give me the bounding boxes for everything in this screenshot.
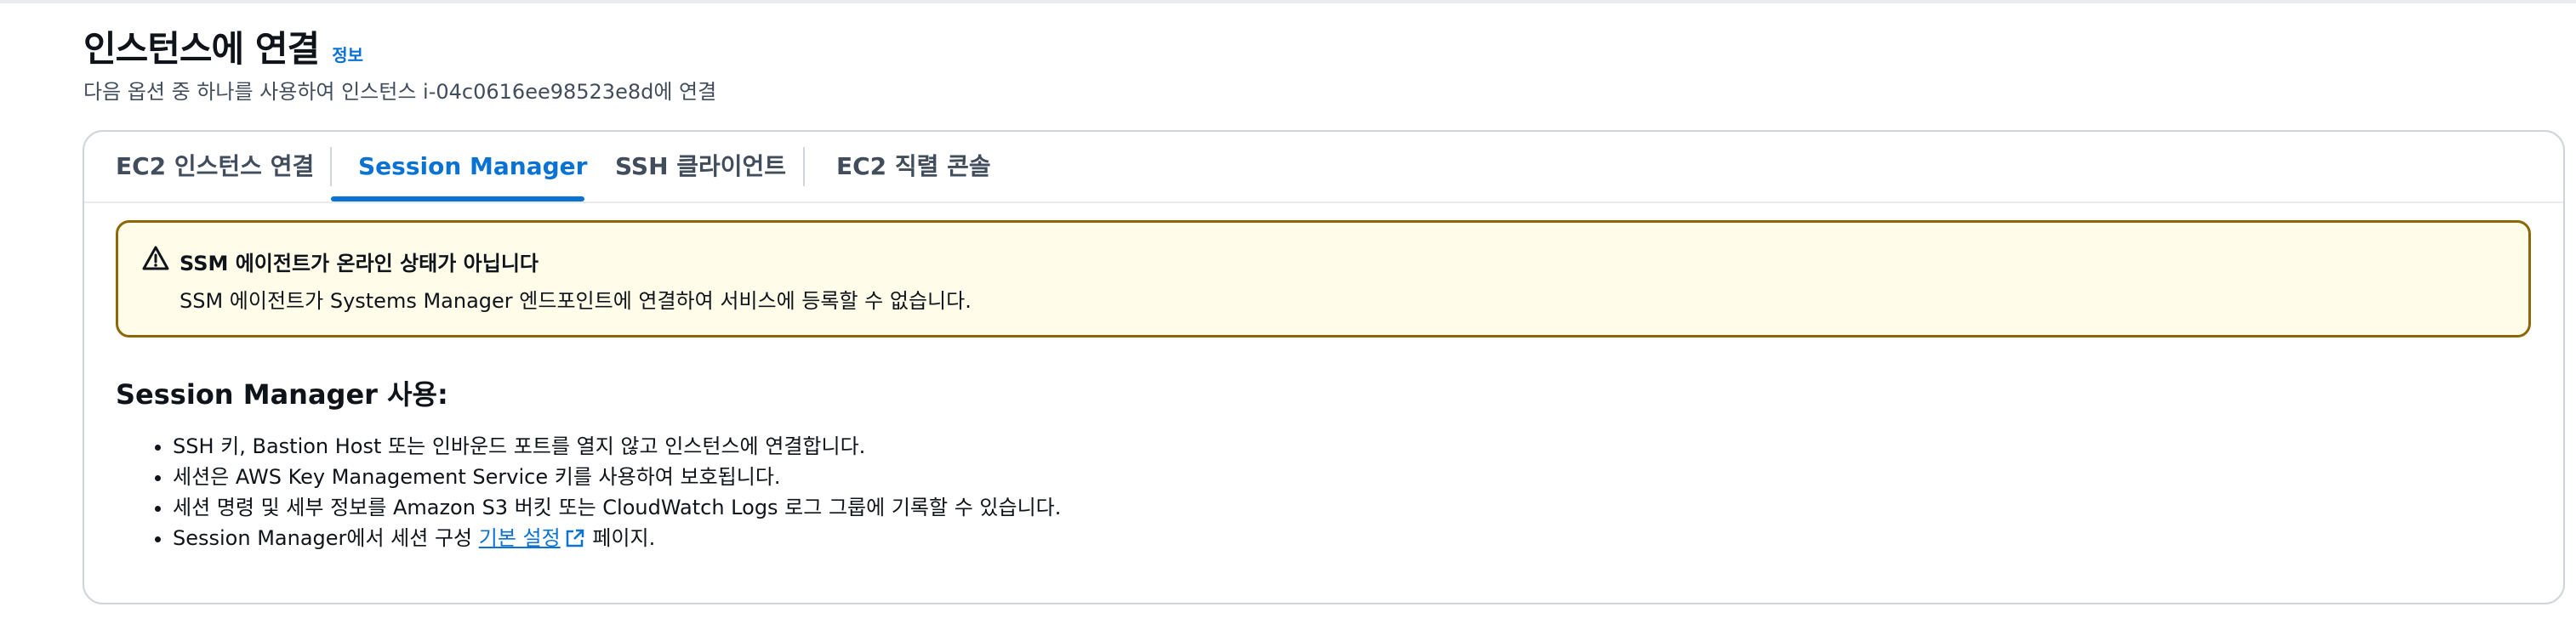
list-item: Session Manager에서 세션 구성 기본 설정 페이지. [173, 523, 1061, 553]
preferences-link-label[interactable]: 기본 설정 [479, 526, 561, 550]
page-header: 인스턴스에 연결 정보 [83, 20, 363, 72]
list-item: 세션은 AWS Key Management Service 키를 사용하여 보… [173, 462, 1061, 492]
page-title: 인스턴스에 연결 [83, 28, 320, 70]
tab-session-manager[interactable]: Session Manager [358, 132, 587, 201]
tab-bar: EC2 인스턴스 연결 Session Manager SSH 클라이언트 EC… [84, 132, 2563, 203]
info-link[interactable]: 정보 [332, 45, 363, 65]
preferences-link[interactable]: 기본 설정 [479, 526, 586, 550]
tab-ssh-client[interactable]: SSH 클라이언트 [615, 132, 786, 201]
list-item-text: 페이지. [585, 526, 656, 550]
list-item-text: Session Manager에서 세션 구성 [173, 526, 479, 550]
benefits-list: SSH 키, Bastion Host 또는 인바운드 포트를 열지 않고 인스… [139, 431, 1061, 553]
active-tab-indicator [331, 196, 584, 201]
ssm-warning-alert: SSM 에이전트가 온라인 상태가 아닙니다 SSM 에이전트가 Systems… [116, 220, 2531, 338]
tab-ec2-instance-connect[interactable]: EC2 인스턴스 연결 [116, 132, 314, 201]
list-item: SSH 키, Bastion Host 또는 인바운드 포트를 열지 않고 인스… [173, 431, 1061, 462]
external-link-icon[interactable] [564, 527, 586, 549]
tab-ec2-serial-console[interactable]: EC2 직렬 콘솔 [836, 132, 991, 201]
section-heading: Session Manager 사용: [116, 378, 448, 411]
alert-message: SSM 에이전트가 Systems Manager 엔드포인트에 연결하여 서비… [180, 289, 972, 313]
list-item: 세션 명령 및 세부 정보를 Amazon S3 버킷 또는 CloudWatc… [173, 492, 1061, 523]
connect-options-panel: EC2 인스턴스 연결 Session Manager SSH 클라이언트 EC… [83, 130, 2565, 604]
tab-separator [330, 147, 332, 186]
top-divider [0, 0, 2576, 3]
warning-icon [142, 246, 169, 270]
page-subtitle: 다음 옵션 중 하나를 사용하여 인스턴스 i-04c0616ee98523e8… [83, 80, 717, 104]
alert-title: SSM 에이전트가 온라인 상태가 아닙니다 [180, 252, 539, 275]
tab-separator [803, 147, 805, 186]
